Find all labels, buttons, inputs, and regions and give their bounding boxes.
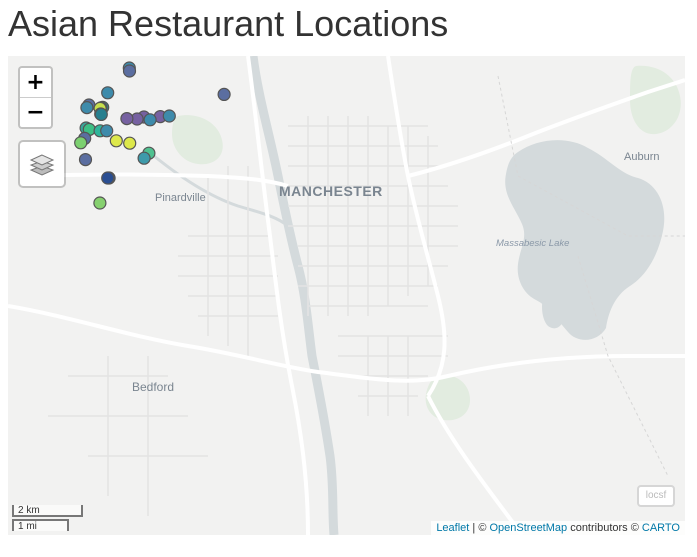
page-title: Asian Restaurant Locations bbox=[8, 3, 449, 44]
leaflet-link[interactable]: Leaflet bbox=[436, 522, 469, 534]
label-manchester: MANCHESTER bbox=[279, 183, 383, 199]
zoom-in-button[interactable]: + bbox=[20, 68, 51, 97]
park-area bbox=[630, 65, 681, 135]
restaurant-marker[interactable] bbox=[80, 100, 94, 115]
restaurant-marker[interactable] bbox=[217, 87, 231, 102]
label-massabesic-lake: Massabesic Lake bbox=[496, 238, 569, 249]
restaurant-marker[interactable] bbox=[94, 107, 108, 122]
restaurant-marker[interactable] bbox=[122, 64, 137, 78]
restaurant-marker[interactable] bbox=[100, 124, 114, 138]
zoom-out-button[interactable]: − bbox=[20, 97, 51, 127]
restaurant-marker[interactable] bbox=[137, 151, 151, 165]
map[interactable]: MANCHESTER Pinardville Bedford Auburn Ma… bbox=[8, 56, 685, 535]
carto-link[interactable]: CARTO bbox=[642, 522, 680, 534]
restaurant-marker[interactable] bbox=[123, 136, 137, 150]
restaurant-marker[interactable] bbox=[143, 113, 157, 127]
restaurant-marker[interactable] bbox=[74, 136, 88, 150]
map-basemap[interactable]: MANCHESTER Pinardville Bedford Auburn Ma… bbox=[8, 56, 685, 535]
restaurant-marker[interactable] bbox=[101, 171, 115, 185]
scale-mi: 1 mi bbox=[12, 519, 69, 532]
label-pinardville: Pinardville bbox=[155, 192, 206, 204]
restaurant-marker[interactable] bbox=[93, 196, 107, 210]
park-area bbox=[172, 115, 223, 165]
label-bedford: Bedford bbox=[132, 380, 174, 394]
minimap-toggle-button[interactable]: locsf bbox=[637, 485, 675, 507]
zoom-control: + − bbox=[18, 66, 53, 129]
restaurant-marker[interactable] bbox=[162, 109, 176, 123]
restaurant-marker[interactable] bbox=[101, 86, 115, 100]
restaurant-marker[interactable] bbox=[120, 111, 134, 126]
scale-km: 2 km bbox=[12, 505, 83, 517]
attribution-mid: contributors © bbox=[567, 522, 642, 534]
osm-link[interactable]: OpenStreetMap bbox=[489, 522, 567, 534]
attribution-sep: | © bbox=[469, 522, 490, 534]
restaurant-marker[interactable] bbox=[109, 134, 123, 148]
label-auburn: Auburn bbox=[624, 151, 659, 163]
scale-bar: 2 km 1 mi bbox=[12, 505, 83, 532]
layers-button[interactable] bbox=[18, 140, 66, 188]
park-area bbox=[425, 375, 470, 421]
restaurant-marker[interactable] bbox=[78, 152, 93, 167]
attribution: Leaflet | © OpenStreetMap contributors ©… bbox=[431, 521, 685, 535]
layers-icon bbox=[29, 154, 55, 176]
